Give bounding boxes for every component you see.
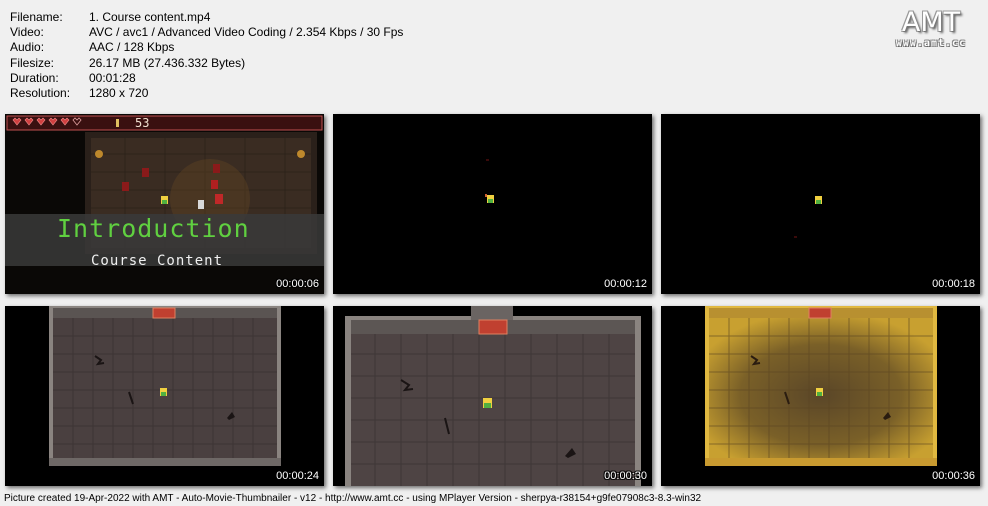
thumbnail-6-frame — [661, 306, 980, 486]
thumbnail-1[interactable]: 53 Introduction Course Content 00:00:06 — [5, 114, 324, 294]
info-row-filename: Filename: 1. Course content.mp4 — [10, 10, 403, 25]
amt-logo: AMT www.amt.cc — [886, 7, 976, 50]
timestamp: 00:00:06 — [276, 278, 319, 290]
info-value: 26.17 MB (27.436.332 Bytes) — [89, 55, 246, 70]
timestamp: 00:00:24 — [276, 470, 319, 482]
info-value: 1280 x 720 — [89, 86, 149, 101]
thumbnail-5-frame — [333, 306, 652, 486]
info-row-duration: Duration: 00:01:28 — [10, 71, 403, 86]
info-value: AVC / avc1 / Advanced Video Coding / 2.3… — [89, 25, 404, 40]
info-label: Resolution: — [10, 86, 71, 101]
info-label: Audio: — [10, 40, 45, 55]
info-row-resolution: Resolution: 1280 x 720 — [10, 86, 403, 101]
timestamp: 00:00:12 — [604, 278, 647, 290]
info-value: 00:01:28 — [89, 70, 136, 85]
info-value: AAC / 128 Kbps — [89, 40, 175, 55]
logo-name: AMT — [901, 7, 961, 38]
info-label: Filename: — [10, 10, 63, 24]
thumbnail-2[interactable]: 00:00:12 — [333, 114, 652, 294]
thumbnail-4-frame — [5, 306, 324, 486]
info-row-video: Video: AVC / avc1 / Advanced Video Coding… — [10, 25, 403, 40]
thumbnail-6[interactable]: 00:00:36 — [661, 306, 980, 486]
timestamp: 00:00:30 — [604, 470, 647, 482]
info-label: Duration: — [10, 70, 59, 85]
info-value: 1. Course content.mp4 — [89, 10, 211, 24]
timestamp: 00:00:36 — [932, 470, 975, 482]
info-row-audio: Audio: AAC / 128 Kbps — [10, 40, 403, 55]
file-info: Filename: 1. Course content.mp4 Video: AVC… — [10, 10, 403, 101]
logo-url: www.amt.cc — [895, 38, 967, 49]
video-title-text: Introduction — [57, 214, 250, 243]
info-row-filesize: Filesize: 26.17 MB (27.436.332 Bytes) — [10, 56, 403, 71]
thumbnail-5[interactable]: 00:00:30 — [333, 306, 652, 486]
video-subtitle-text: Course Content — [91, 253, 224, 269]
footer-credit: Picture created 19-Apr-2022 with AMT - A… — [4, 493, 702, 504]
thumbnail-3-frame — [661, 114, 980, 294]
thumbnail-3[interactable]: 00:00:18 — [661, 114, 980, 294]
timestamp: 00:00:18 — [932, 278, 975, 290]
info-label: Filesize: — [10, 55, 55, 70]
hud-ammo-count: 53 — [135, 116, 150, 130]
info-label: Video: — [10, 25, 44, 40]
thumbnail-2-frame — [333, 114, 652, 294]
thumbnail-4[interactable]: 00:00:24 — [5, 306, 324, 486]
